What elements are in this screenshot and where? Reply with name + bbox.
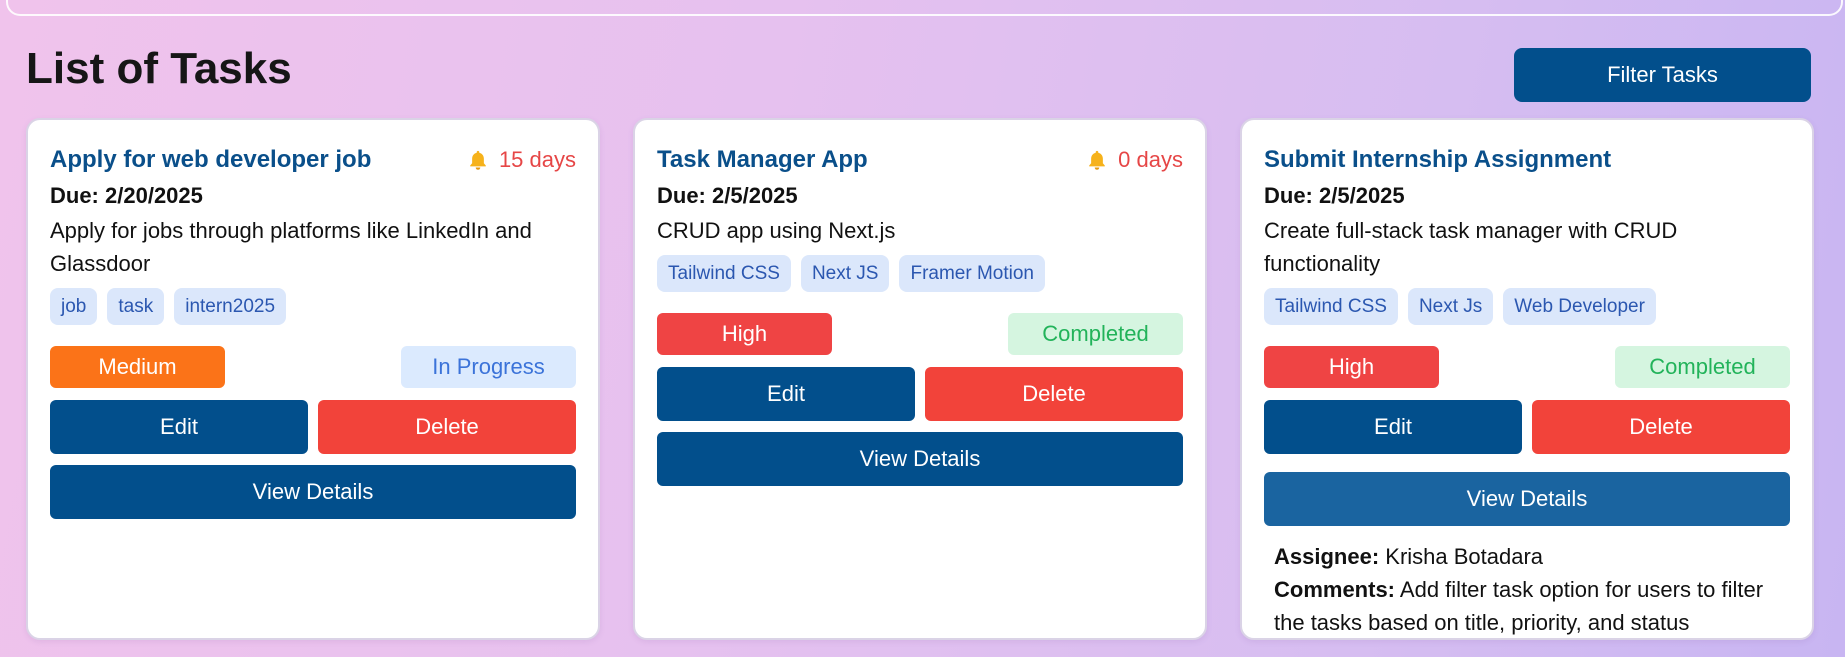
task-tag: Next JS	[800, 255, 890, 292]
status-badge: Completed	[1008, 313, 1183, 355]
assignee-label: Assignee:	[1274, 544, 1380, 569]
page-title: List of Tasks	[26, 44, 292, 93]
task-tag: Next Js	[1407, 288, 1494, 325]
edit-button[interactable]: Edit	[50, 400, 308, 454]
task-tag: intern2025	[174, 288, 287, 325]
task-card-header: Submit Internship Assignment	[1264, 145, 1790, 175]
task-status-row: High Completed	[657, 313, 1183, 355]
edit-button[interactable]: Edit	[1264, 400, 1522, 454]
bell-icon	[467, 149, 489, 171]
edit-button[interactable]: Edit	[657, 367, 915, 421]
due-date: 2/5/2025	[712, 183, 798, 208]
comments-label: Comments:	[1274, 577, 1396, 602]
task-tag: Tailwind CSS	[657, 255, 791, 292]
status-badge: Completed	[1615, 346, 1790, 388]
task-tag: task	[107, 288, 165, 325]
task-title: Task Manager App	[657, 146, 868, 173]
reminder-text: 0 days	[1118, 147, 1183, 172]
task-actions: Edit Delete	[657, 367, 1183, 421]
comments-row: Comments: Add filter task option for use…	[1274, 573, 1780, 639]
due-label: Due:	[657, 183, 706, 208]
task-reminder: 0 days	[1086, 147, 1183, 173]
task-tag: Framer Motion	[899, 255, 1045, 292]
task-actions: Edit Delete	[50, 400, 576, 454]
task-due: Due: 2/5/2025	[657, 183, 1183, 209]
filter-tasks-button[interactable]: Filter Tasks	[1514, 48, 1811, 102]
assignee-row: Assignee: Krisha Botadara	[1274, 540, 1780, 573]
task-description: Create full-stack task manager with CRUD…	[1264, 218, 1678, 276]
task-due: Due: 2/5/2025	[1264, 183, 1790, 209]
task-status-row: Medium In Progress	[50, 346, 576, 388]
task-card: Apply for web developer job 15 days Due:…	[26, 118, 600, 640]
due-label: Due:	[1264, 183, 1313, 208]
view-details-button[interactable]: View Details	[1264, 472, 1790, 526]
reminder-text: 15 days	[498, 147, 576, 172]
delete-button[interactable]: Delete	[925, 367, 1183, 421]
task-card-header: Apply for web developer job 15 days	[50, 145, 576, 175]
due-date: 2/20/2025	[105, 183, 203, 208]
task-tag: job	[50, 288, 98, 325]
task-description: CRUD app using Next.js	[657, 218, 896, 243]
task-details: Assignee: Krisha Botadara Comments: Add …	[1264, 540, 1790, 639]
task-due: Due: 2/20/2025	[50, 183, 576, 209]
task-description: Apply for jobs through platforms like Li…	[50, 218, 532, 276]
delete-button[interactable]: Delete	[1532, 400, 1790, 454]
task-card: Task Manager App 0 days Due: 2/5/2025 CR…	[633, 118, 1207, 640]
task-card: Submit Internship Assignment Due: 2/5/20…	[1240, 118, 1814, 640]
task-card-header: Task Manager App 0 days	[657, 145, 1183, 175]
task-status-row: High Completed	[1264, 346, 1790, 388]
task-tag: Web Developer	[1503, 288, 1656, 325]
priority-badge: High	[657, 313, 832, 355]
task-tags: job task intern2025	[50, 288, 576, 325]
task-title: Apply for web developer job	[50, 146, 372, 173]
view-details-button[interactable]: View Details	[50, 465, 576, 519]
priority-badge: High	[1264, 346, 1439, 388]
due-date: 2/5/2025	[1319, 183, 1405, 208]
task-tags: Tailwind CSS Next JS Framer Motion	[657, 255, 1183, 292]
task-list: Apply for web developer job 15 days Due:…	[26, 118, 1814, 640]
task-tags: Tailwind CSS Next Js Web Developer	[1264, 288, 1790, 325]
due-label: Due:	[50, 183, 99, 208]
top-panel	[6, 0, 1843, 16]
task-actions: Edit Delete	[1264, 400, 1790, 454]
priority-badge: Medium	[50, 346, 225, 388]
task-title: Submit Internship Assignment	[1264, 146, 1612, 173]
status-badge: In Progress	[401, 346, 576, 388]
assignee-name: Krisha Botadara	[1385, 544, 1544, 569]
view-details-button[interactable]: View Details	[657, 432, 1183, 486]
task-reminder: 15 days	[467, 147, 576, 173]
delete-button[interactable]: Delete	[318, 400, 576, 454]
task-tag: Tailwind CSS	[1264, 288, 1398, 325]
bell-icon	[1086, 149, 1108, 171]
